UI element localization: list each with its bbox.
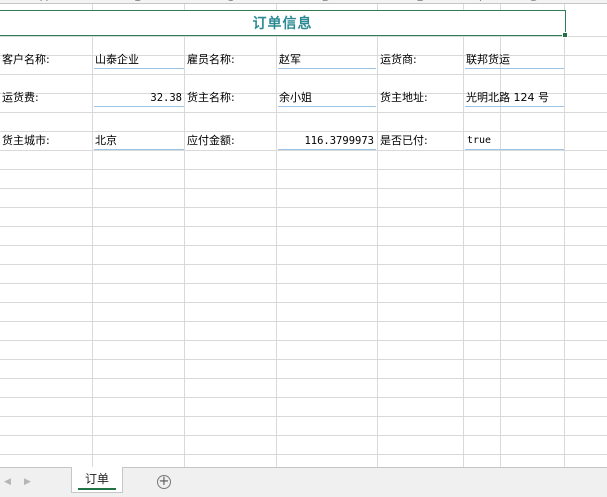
grid-row-line (0, 74, 607, 75)
freight-value[interactable]: 32.38 (94, 89, 184, 107)
active-tab-indicator (78, 488, 116, 490)
paid-value[interactable]: true (465, 132, 564, 150)
shipper-label[interactable]: 运货商: (380, 51, 417, 69)
sheet-title: 订单信息 (252, 16, 313, 32)
sheet-tab-bar: ◀ ▶ 订单 + (0, 467, 607, 497)
amount-due-label[interactable]: 应付金额: (187, 132, 235, 150)
ship-city-label[interactable]: 货主城市: (2, 132, 50, 150)
grid-row-line (0, 112, 607, 113)
customer-name-value[interactable]: 山泰企业 (94, 51, 184, 69)
grid-row-line (0, 226, 607, 227)
ship-address-label[interactable]: 货主地址: (380, 89, 428, 107)
grid-row-line (0, 378, 607, 379)
grid-row-line (0, 169, 607, 170)
grid-row-line (0, 454, 607, 455)
ship-city-value[interactable]: 北京 (94, 132, 184, 150)
title-merged-cell[interactable]: 订单信息 (0, 10, 566, 36)
grid-row-line (0, 340, 607, 341)
shipper-value[interactable]: 联邦货运 (465, 51, 564, 69)
cell-grid[interactable]: 订单信息 客户名称: 山泰企业 雇员名称: 赵军 运货商: 联邦货运 运货费: … (0, 4, 607, 467)
amount-due-value[interactable]: 116.3799973 (278, 132, 376, 150)
sheet-tab-orders[interactable]: 订单 (71, 467, 123, 493)
grid-row-line (0, 264, 607, 265)
prev-sheet-arrow-icon[interactable]: ◀ (4, 477, 11, 487)
grid-row-line (0, 359, 607, 360)
next-sheet-arrow-icon[interactable]: ▶ (24, 477, 31, 487)
fill-handle[interactable] (562, 32, 568, 38)
ship-name-label[interactable]: 货主名称: (187, 89, 235, 107)
customer-name-label[interactable]: 客户名称: (2, 51, 50, 69)
employee-name-value[interactable]: 赵军 (278, 51, 376, 69)
sheet-tab-label: 订单 (84, 472, 109, 486)
paid-label[interactable]: 是否已付: (380, 132, 428, 150)
ship-name-value[interactable]: 余小姐 (278, 89, 376, 107)
add-sheet-plus-icon[interactable]: + (157, 475, 171, 489)
spreadsheet-window: A B C D E F G 订单信息 客户名称: 山泰企业 雇员名称: 赵军 运… (0, 0, 607, 497)
grid-row-line (0, 283, 607, 284)
grid-row-line (0, 150, 607, 151)
grid-row-line (0, 321, 607, 322)
grid-row-line (0, 207, 607, 208)
grid-row-line (0, 36, 607, 37)
ship-address-value[interactable]: 光明北路 124 号 (465, 89, 564, 107)
grid-row-line (0, 435, 607, 436)
grid-row-line (0, 188, 607, 189)
grid-row-line (0, 245, 607, 246)
grid-row-line (0, 416, 607, 417)
grid-row-line (0, 397, 607, 398)
grid-row-line (0, 302, 607, 303)
freight-label[interactable]: 运货费: (2, 89, 39, 107)
employee-name-label[interactable]: 雇员名称: (187, 51, 235, 69)
